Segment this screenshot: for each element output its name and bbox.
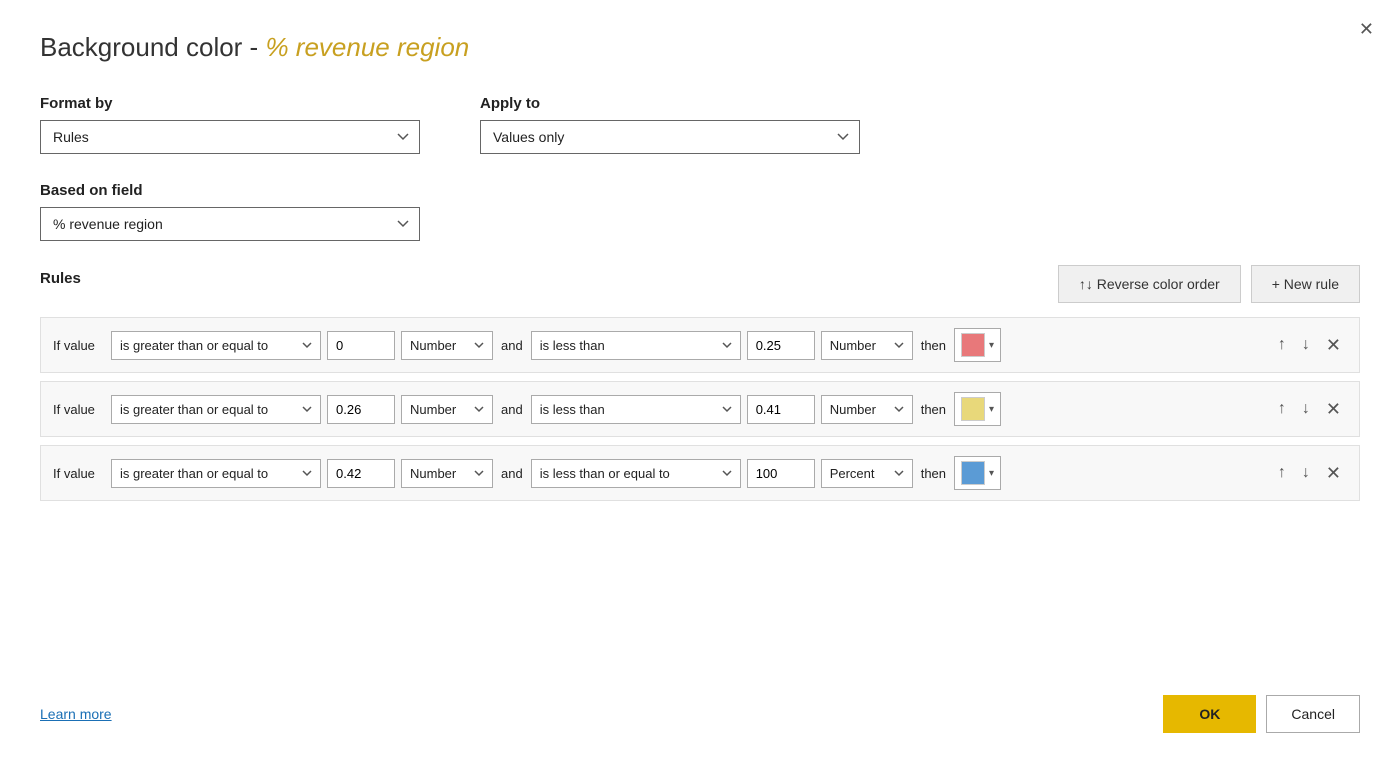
rules-actions: ↑↓ Reverse color order + New rule xyxy=(1058,265,1360,303)
condition2-select-row1[interactable]: is less than is less than or equal to is… xyxy=(531,331,741,360)
based-on-field-label: Based on field xyxy=(40,182,1360,199)
background-color-dialog: ✕ Background color - % revenue region Fo… xyxy=(0,0,1400,773)
rule-row: If value is greater than or equal to is … xyxy=(40,381,1360,437)
if-value-label: If value xyxy=(53,466,105,481)
then-label-row3: then xyxy=(919,466,948,481)
value2-input-row1[interactable] xyxy=(747,331,815,360)
apply-to-group: Apply to Values only Header and values T… xyxy=(480,95,860,154)
color-picker-row3[interactable]: ▾ xyxy=(954,456,1001,490)
cancel-button[interactable]: Cancel xyxy=(1266,695,1360,733)
delete-button-row1[interactable]: ✕ xyxy=(1320,332,1347,358)
rule-row: If value is greater than or equal to is … xyxy=(40,445,1360,501)
color-dropdown-arrow-row2: ▾ xyxy=(989,404,994,415)
based-on-field-group: Based on field % revenue region Sales Pr… xyxy=(40,182,1360,241)
value2-input-row3[interactable] xyxy=(747,459,815,488)
color-picker-row1[interactable]: ▾ xyxy=(954,328,1001,362)
value1-input-row2[interactable] xyxy=(327,395,395,424)
color-picker-row2[interactable]: ▾ xyxy=(954,392,1001,426)
if-value-label: If value xyxy=(53,402,105,417)
color-dropdown-arrow-row1: ▾ xyxy=(989,340,994,351)
move-down-button-row3[interactable]: ↓ xyxy=(1296,461,1316,485)
footer-buttons: OK Cancel xyxy=(1163,695,1360,733)
condition2-select-row2[interactable]: is less than is less than or equal to is… xyxy=(531,395,741,424)
move-down-button-row1[interactable]: ↓ xyxy=(1296,333,1316,357)
format-by-label: Format by xyxy=(40,95,420,112)
learn-more-link[interactable]: Learn more xyxy=(40,706,112,722)
move-up-button-row3[interactable]: ↑ xyxy=(1272,461,1292,485)
color-swatch-row3 xyxy=(961,461,985,485)
move-up-button-row1[interactable]: ↑ xyxy=(1272,333,1292,357)
condition1-select-row3[interactable]: is greater than or equal to is greater t… xyxy=(111,459,321,488)
delete-button-row2[interactable]: ✕ xyxy=(1320,396,1347,422)
move-up-button-row2[interactable]: ↑ xyxy=(1272,397,1292,421)
color-dropdown-arrow-row3: ▾ xyxy=(989,468,994,479)
rule-actions-row1: ↑ ↓ ✕ xyxy=(1272,332,1347,358)
if-value-label: If value xyxy=(53,338,105,353)
type1-select-row1[interactable]: Number Percent Percentile xyxy=(401,331,493,360)
dialog-title: Background color - % revenue region xyxy=(40,32,1360,63)
type2-select-row1[interactable]: Number Percent Percentile xyxy=(821,331,913,360)
and-label-row3: and xyxy=(499,466,525,481)
rule-row: If value is greater than or equal to is … xyxy=(40,317,1360,373)
rule-actions-row3: ↑ ↓ ✕ xyxy=(1272,460,1347,486)
type2-select-row2[interactable]: Number Percent Percentile xyxy=(821,395,913,424)
ok-button[interactable]: OK xyxy=(1163,695,1256,733)
condition1-select-row1[interactable]: is greater than or equal to is greater t… xyxy=(111,331,321,360)
rules-header: Rules ↑↓ Reverse color order + New rule xyxy=(40,265,1360,303)
type2-select-row3[interactable]: Percent Number Percentile xyxy=(821,459,913,488)
close-button[interactable]: ✕ xyxy=(1353,16,1380,42)
color-swatch-row1 xyxy=(961,333,985,357)
dialog-footer: Learn more OK Cancel xyxy=(40,665,1360,733)
condition2-select-row3[interactable]: is less than or equal to is less than is… xyxy=(531,459,741,488)
and-label-row2: and xyxy=(499,402,525,417)
rules-container: If value is greater than or equal to is … xyxy=(40,317,1360,665)
rules-section-label: Rules xyxy=(40,270,81,287)
and-label-row1: and xyxy=(499,338,525,353)
color-swatch-row2 xyxy=(961,397,985,421)
format-by-select[interactable]: Rules Color scale Field value xyxy=(40,120,420,154)
value1-input-row3[interactable] xyxy=(327,459,395,488)
then-label-row2: then xyxy=(919,402,948,417)
reverse-color-order-button[interactable]: ↑↓ Reverse color order xyxy=(1058,265,1241,303)
apply-to-label: Apply to xyxy=(480,95,860,112)
type1-select-row2[interactable]: Number Percent Percentile xyxy=(401,395,493,424)
value1-input-row1[interactable] xyxy=(327,331,395,360)
new-rule-button[interactable]: + New rule xyxy=(1251,265,1360,303)
then-label-row1: then xyxy=(919,338,948,353)
form-top-row: Format by Rules Color scale Field value … xyxy=(40,95,1360,154)
value2-input-row2[interactable] xyxy=(747,395,815,424)
format-by-group: Format by Rules Color scale Field value xyxy=(40,95,420,154)
delete-button-row3[interactable]: ✕ xyxy=(1320,460,1347,486)
rule-actions-row2: ↑ ↓ ✕ xyxy=(1272,396,1347,422)
condition1-select-row2[interactable]: is greater than or equal to is greater t… xyxy=(111,395,321,424)
apply-to-select[interactable]: Values only Header and values Total only xyxy=(480,120,860,154)
type1-select-row3[interactable]: Number Percent Percentile xyxy=(401,459,493,488)
move-down-button-row2[interactable]: ↓ xyxy=(1296,397,1316,421)
based-on-field-select[interactable]: % revenue region Sales Profit xyxy=(40,207,420,241)
